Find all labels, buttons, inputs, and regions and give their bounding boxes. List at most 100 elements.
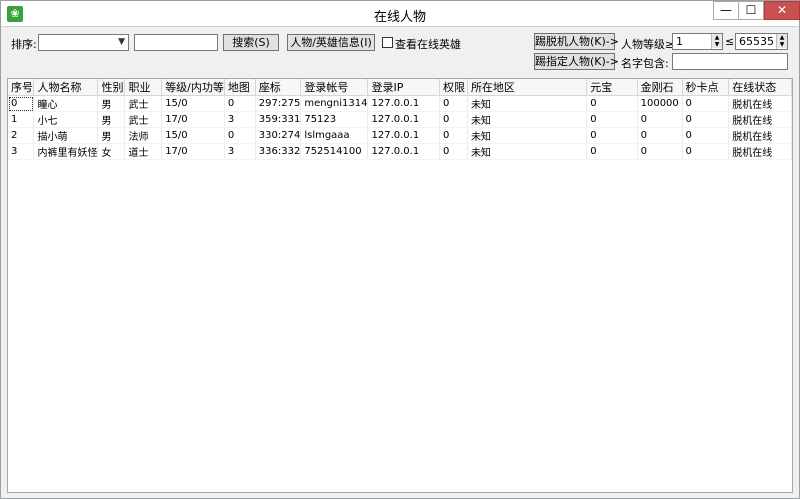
table-cell: 100000 xyxy=(637,95,683,112)
player-hero-info-button[interactable]: 人物/英雄信息(I) xyxy=(287,34,375,51)
column-header[interactable]: 权限 xyxy=(439,79,468,96)
table-cell: 2 xyxy=(8,127,35,144)
table-cell: 0 xyxy=(586,127,638,144)
table-cell: 瞳心 xyxy=(33,95,99,112)
table-cell: lslmgaaa xyxy=(300,127,369,144)
table-cell: 0 xyxy=(224,127,256,144)
online-players-grid[interactable]: 序号 人物名称 性别 职业 等级/内功等 地图 座标 登录帐号 登录IP 权限 … xyxy=(7,78,793,493)
table-cell: 0 xyxy=(586,143,638,160)
table-cell: 未知 xyxy=(467,111,588,128)
players-table: 序号 人物名称 性别 职业 等级/内功等 地图 座标 登录帐号 登录IP 权限 … xyxy=(8,79,792,160)
table-cell: 男 xyxy=(97,111,126,128)
table-cell: 0 xyxy=(439,143,468,160)
table-cell: 336:332 xyxy=(255,143,302,160)
table-cell: 女 xyxy=(97,143,126,160)
table-cell: 17/0 xyxy=(161,143,225,160)
table-row[interactable]: 2 描小萌男法师 15/0 0 330:274 lslmgaaa 127.0.0.1 0 未知 0… xyxy=(8,127,792,144)
table-cell: 0 xyxy=(682,127,730,144)
table-cell: 未知 xyxy=(467,127,588,144)
level-min-spinner[interactable]: ▲ ▼ xyxy=(711,34,722,49)
column-header[interactable]: 职业 xyxy=(124,79,163,96)
kick-specific-player-button[interactable]: 踢指定人物(K)-> xyxy=(534,53,619,70)
view-online-heroes-checkbox[interactable] xyxy=(382,37,393,48)
table-cell: 0 xyxy=(682,143,730,160)
level-min-value: 1 xyxy=(676,35,683,48)
spin-up-icon[interactable]: ▲ xyxy=(777,34,787,41)
level-min-input[interactable]: 1 ▲ ▼ xyxy=(672,33,723,50)
table-cell: 1 xyxy=(8,111,35,128)
table-cell: 0 xyxy=(682,95,730,112)
kick-offline-players-button[interactable]: 踢脱机人物(K)-> xyxy=(534,33,619,50)
table-cell: 3 xyxy=(224,111,256,128)
table-cell: 男 xyxy=(97,127,126,144)
table-cell: 127.0.0.1 xyxy=(367,95,440,112)
minimize-button[interactable]: — xyxy=(713,1,739,20)
sort-select[interactable]: ▼ xyxy=(38,34,129,51)
level-max-input[interactable]: 65535 ▲ ▼ xyxy=(735,33,788,50)
table-cell: 0 xyxy=(439,95,468,112)
table-cell: 未知 xyxy=(467,143,588,160)
name-contains-label: 名字包含: xyxy=(621,57,669,70)
table-cell: 752514100 xyxy=(300,143,369,160)
column-header[interactable]: 等级/内功等 xyxy=(161,79,225,96)
table-cell: 小七 xyxy=(33,111,99,128)
table-cell: 15/0 xyxy=(161,95,225,112)
level-max-spinner[interactable]: ▲ ▼ xyxy=(776,34,787,49)
table-cell: 0 xyxy=(637,143,683,160)
column-header[interactable]: 登录帐号 xyxy=(300,79,369,96)
header-row: 序号 人物名称 性别 职业 等级/内功等 地图 座标 登录帐号 登录IP 权限 … xyxy=(8,79,792,96)
column-header[interactable]: 所在地区 xyxy=(467,79,588,96)
table-row[interactable]: 1 小七男武士 17/0 3 359:331 75123 127.0.0.1 0 未知 0 0 0 脱机… xyxy=(8,111,792,128)
table-cell: 脱机在线 xyxy=(728,143,792,160)
table-cell: 0 xyxy=(682,111,730,128)
table-cell: 127.0.0.1 xyxy=(367,127,440,144)
table-cell: 17/0 xyxy=(161,111,225,128)
table-cell: mengni1314 xyxy=(300,95,369,112)
table-cell: 0 xyxy=(637,111,683,128)
name-contains-input[interactable] xyxy=(672,53,788,70)
window-title: 在线人物 xyxy=(373,10,426,25)
search-input[interactable] xyxy=(134,34,218,51)
table-cell: 男 xyxy=(97,95,126,112)
column-header[interactable]: 在线状态 xyxy=(728,79,792,96)
column-header[interactable]: 序号 xyxy=(8,79,35,96)
spin-down-icon[interactable]: ▼ xyxy=(712,41,722,48)
close-button[interactable]: ✕ xyxy=(764,1,800,20)
column-header[interactable]: 秒卡点 xyxy=(682,79,730,96)
table-cell: 法师 xyxy=(124,127,163,144)
table-cell: 脱机在线 xyxy=(728,111,792,128)
spin-up-icon[interactable]: ▲ xyxy=(712,34,722,41)
table-cell: 3 xyxy=(8,143,35,160)
table-row[interactable]: 0 瞳心男武士 15/0 0 297:275 mengni1314 127.0.0.1 0 未知… xyxy=(8,95,792,112)
level-max-separator: ≤ xyxy=(725,35,735,48)
column-header[interactable]: 登录IP xyxy=(367,79,440,96)
search-button[interactable]: 搜索(S) xyxy=(223,34,279,51)
table-cell: 0 xyxy=(8,95,35,112)
table-cell: 描小萌 xyxy=(33,127,99,144)
online-players-window: ❀ 在线人物 — ☐ ✕ 排序: ▼ 搜索(S) 人物/英雄信息(I) 查看在线… xyxy=(0,0,800,499)
table-cell: 武士 xyxy=(124,95,163,112)
table-cell: 内裤里有妖怪 xyxy=(33,143,99,160)
view-online-heroes-label: 查看在线英雄 xyxy=(395,38,461,51)
chevron-down-icon: ▼ xyxy=(118,37,125,47)
column-header[interactable]: 人物名称 xyxy=(33,79,99,96)
column-header[interactable]: 金刚石 xyxy=(637,79,683,96)
level-max-value: 65535 xyxy=(739,35,774,48)
table-cell: 0 xyxy=(439,127,468,144)
table-cell: 330:274 xyxy=(255,127,302,144)
title-bar[interactable]: ❀ 在线人物 — ☐ ✕ xyxy=(1,1,800,27)
column-header[interactable]: 性别 xyxy=(97,79,126,96)
table-row[interactable]: 3 内裤里有妖怪女道士 17/0 3 336:332 752514100 127.0.0.1… xyxy=(8,143,792,160)
table-cell: 359:331 xyxy=(255,111,302,128)
table-cell: 脱机在线 xyxy=(728,95,792,112)
spin-down-icon[interactable]: ▼ xyxy=(777,41,787,48)
column-header[interactable]: 座标 xyxy=(255,79,302,96)
table-cell: 0 xyxy=(439,111,468,128)
table-cell: 297:275 xyxy=(255,95,302,112)
maximize-button[interactable]: ☐ xyxy=(738,1,764,20)
column-header[interactable]: 地图 xyxy=(224,79,256,96)
sort-label: 排序: xyxy=(11,38,37,51)
column-header[interactable]: 元宝 xyxy=(586,79,638,96)
table-cell: 15/0 xyxy=(161,127,225,144)
toolbar: 排序: ▼ 搜索(S) 人物/英雄信息(I) 查看在线英雄 踢脱机人物(K)->… xyxy=(1,27,799,77)
